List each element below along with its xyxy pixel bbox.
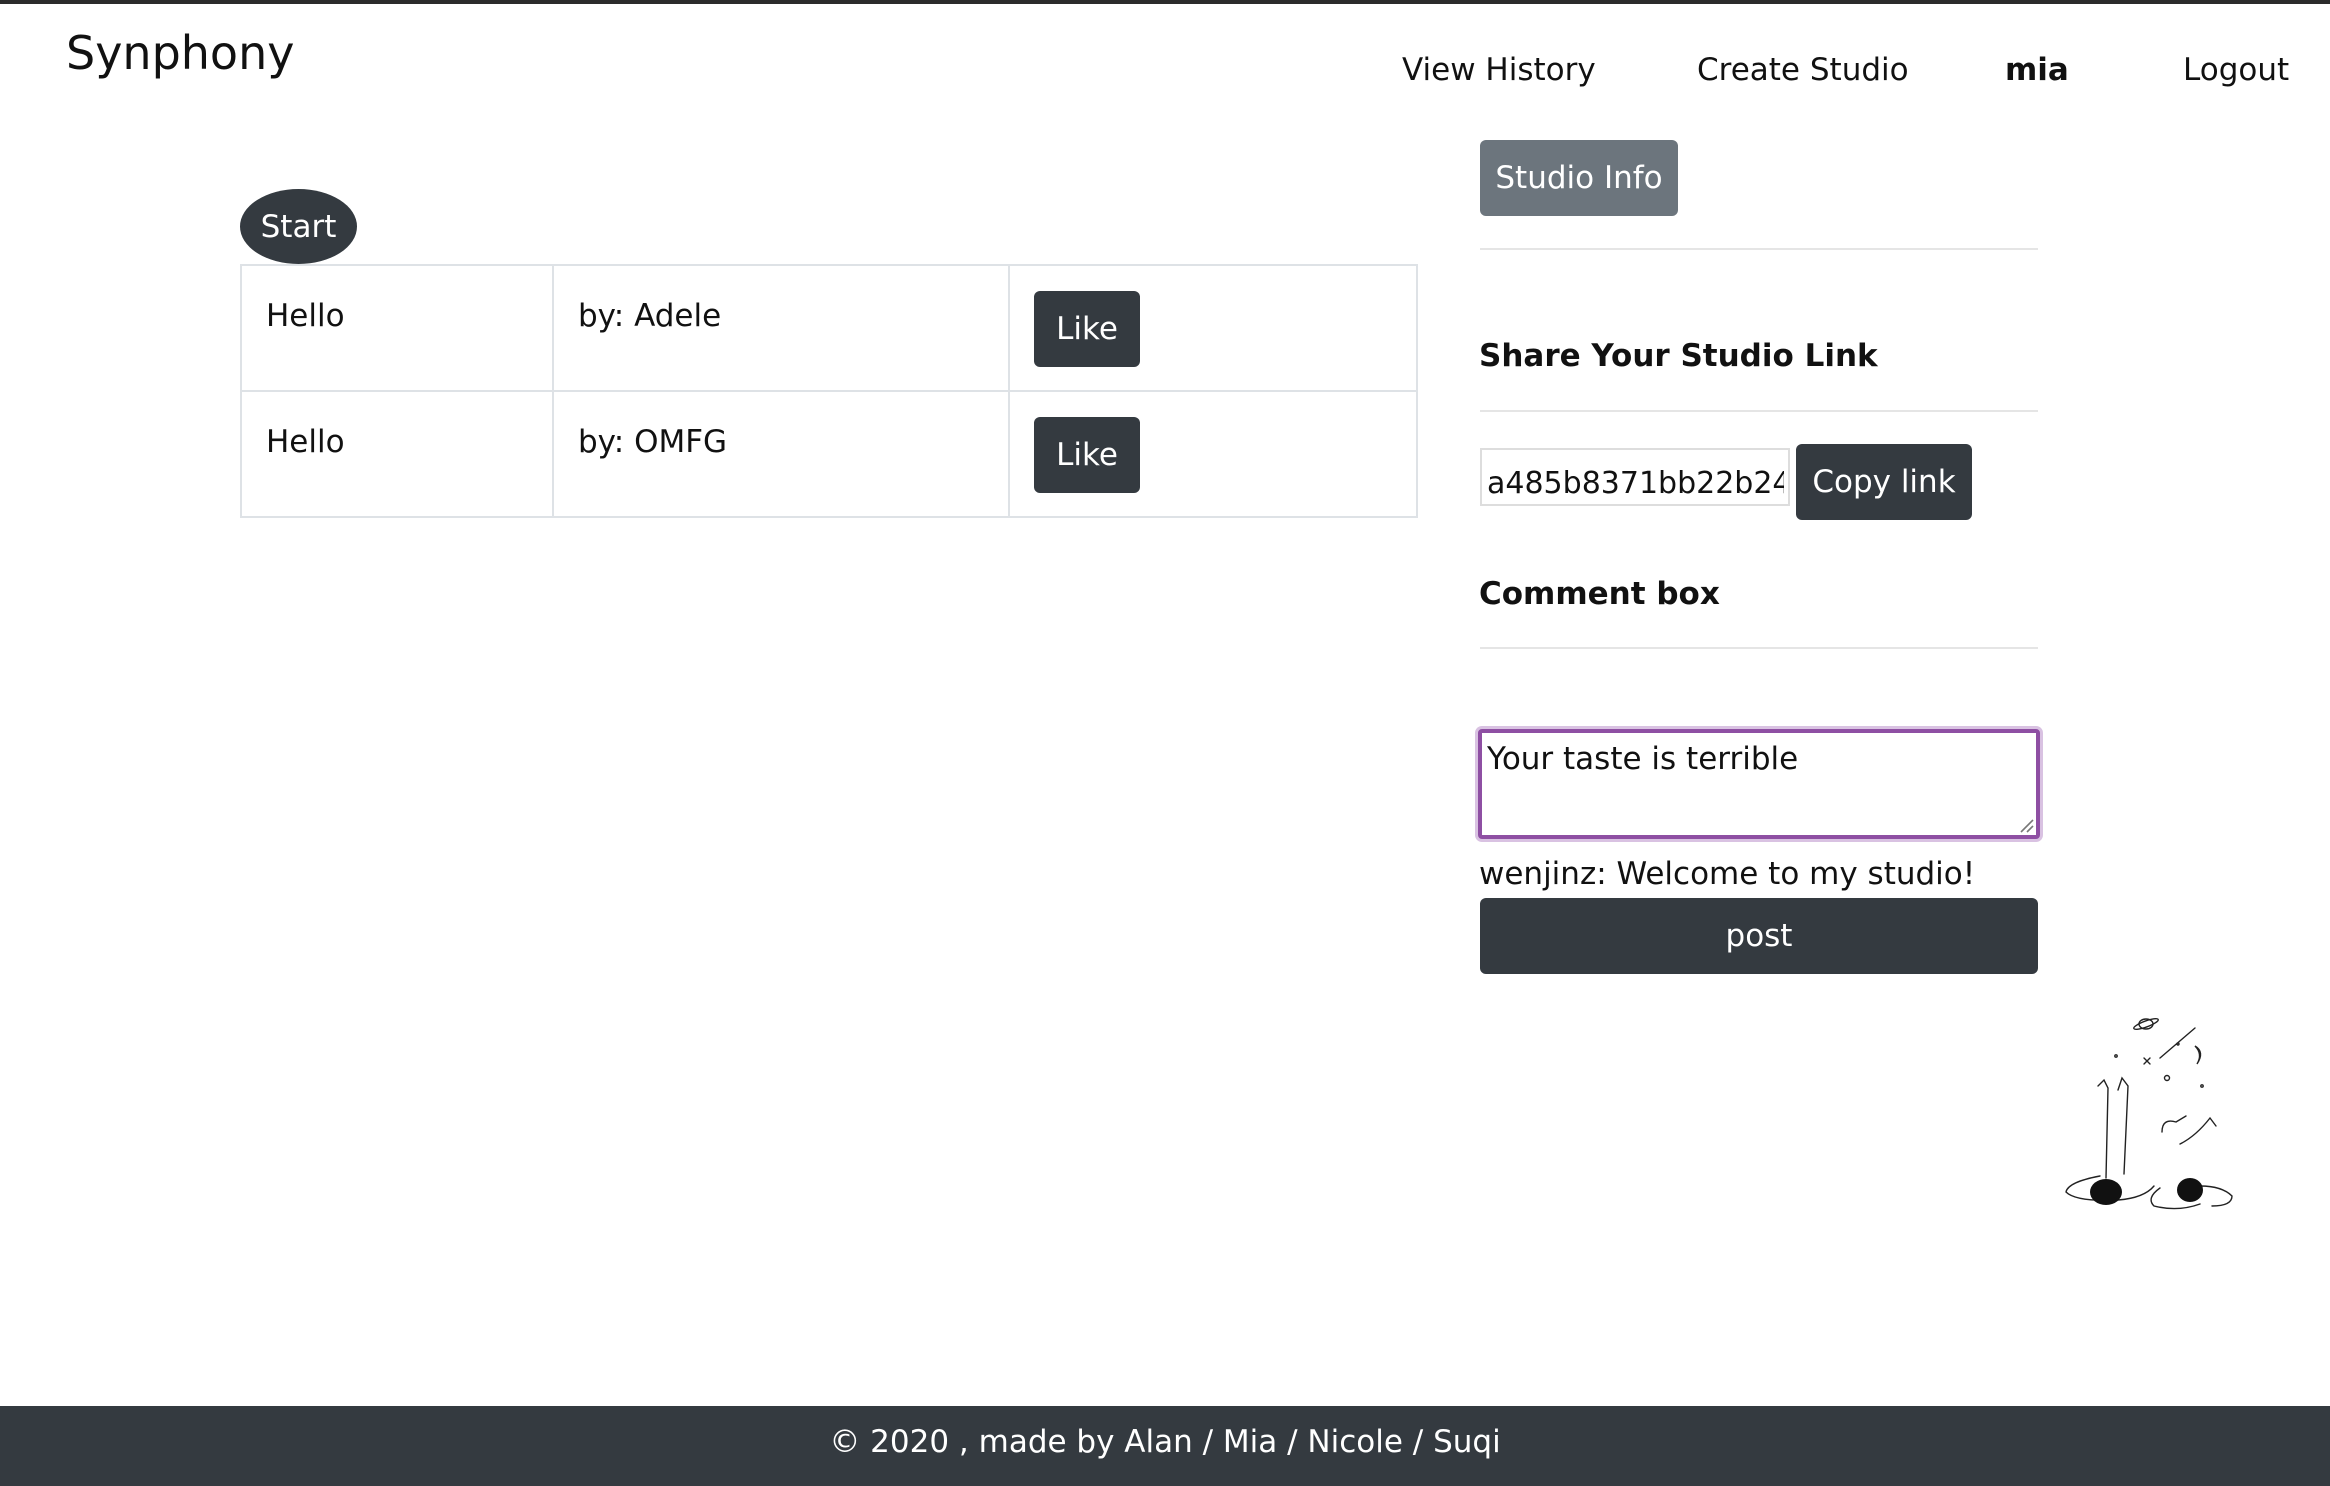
share-link-heading: Share Your Studio Link (1479, 338, 1878, 374)
studio-info-button[interactable]: Studio Info (1480, 140, 1678, 216)
copy-link-button[interactable]: Copy link (1796, 444, 1972, 520)
post-button[interactable]: post (1480, 898, 2038, 974)
studio-link-input[interactable] (1480, 448, 1790, 506)
song-artist: by: Adele (552, 264, 1010, 392)
comment-entry: wenjinz: Welcome to my studio! (1479, 856, 1976, 892)
divider (1480, 647, 2038, 649)
table-row: Hello by: OMFG Like (240, 390, 1418, 518)
song-artist: by: OMFG (552, 390, 1010, 518)
top-border (0, 0, 2330, 4)
divider (1480, 410, 2038, 412)
divider (1480, 248, 2038, 250)
page-footer: © 2020 , made by Alan / Mia / Nicole / S… (0, 1406, 2330, 1486)
nav-logout[interactable]: Logout (2183, 52, 2289, 88)
song-action-cell: Like (1008, 264, 1418, 392)
stargazing-people-illustration (2065, 1018, 2233, 1210)
table-row: Hello by: Adele Like (240, 264, 1418, 392)
comment-textarea[interactable]: Your taste is terrible (1478, 729, 2040, 839)
brand-logo[interactable]: Synphony (66, 26, 294, 80)
song-title: Hello (240, 390, 554, 518)
nav-view-history[interactable]: View History (1402, 52, 1596, 88)
comment-box-heading: Comment box (1479, 576, 1720, 612)
comment-textarea-text: Your taste is terrible (1487, 741, 1799, 777)
song-action-cell: Like (1008, 390, 1418, 518)
like-button[interactable]: Like (1034, 291, 1140, 367)
start-button[interactable]: Start (240, 189, 357, 264)
nav-create-studio[interactable]: Create Studio (1697, 52, 1909, 88)
like-button[interactable]: Like (1034, 417, 1140, 493)
song-title: Hello (240, 264, 554, 392)
nav-user[interactable]: mia (2005, 52, 2069, 88)
song-table: Hello by: Adele Like Hello by: OMFG Like (240, 264, 1418, 518)
textarea-resize-icon[interactable] (2018, 817, 2034, 833)
